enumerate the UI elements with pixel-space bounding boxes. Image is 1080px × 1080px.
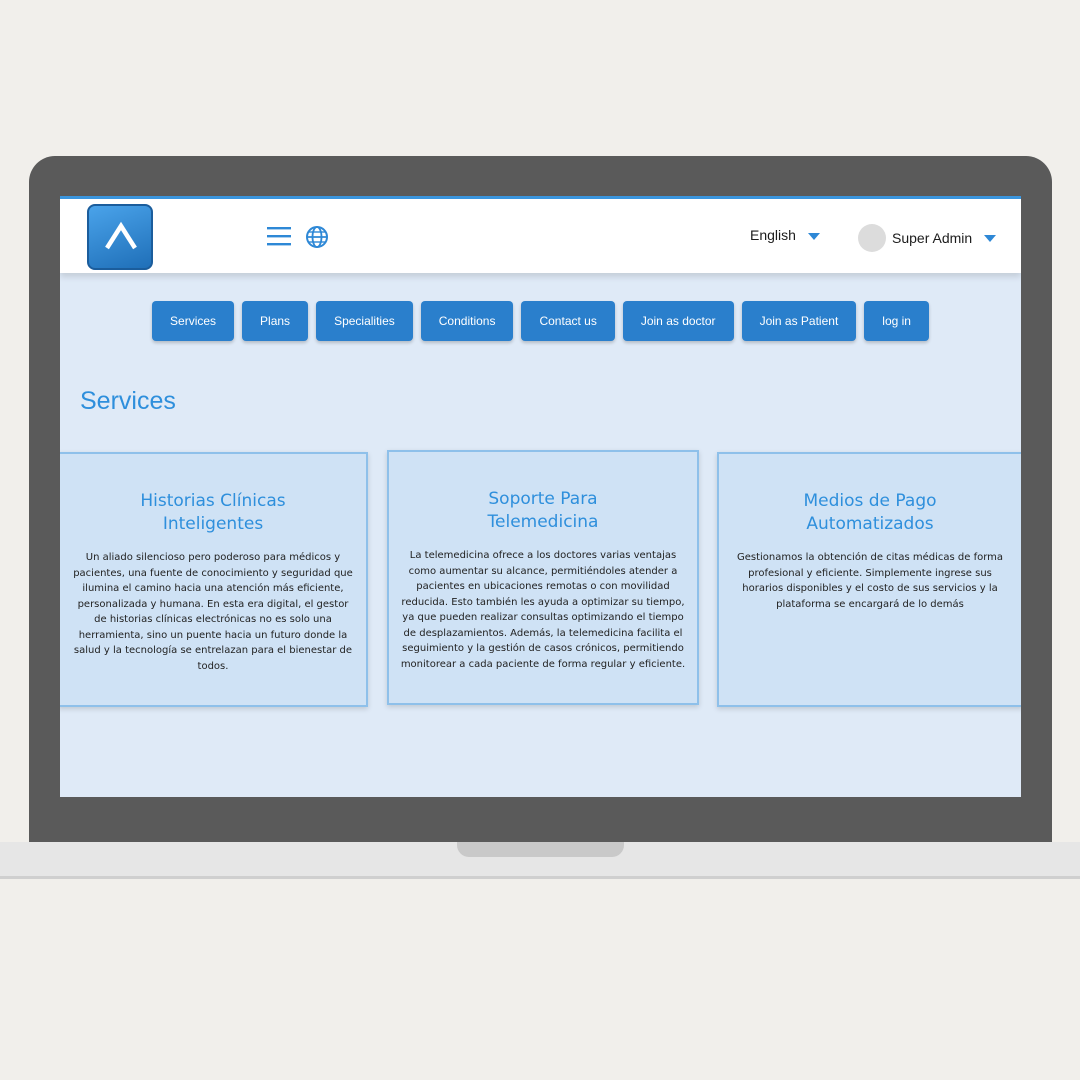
hamburger-menu-icon[interactable]	[266, 225, 292, 247]
nav-login-button[interactable]: log in	[864, 301, 929, 341]
card-title: Medios de Pago Automatizados	[803, 491, 937, 534]
page-title: Services	[80, 387, 176, 415]
card-title: Historias Clínicas Inteligentes	[140, 491, 286, 534]
nav-services-button[interactable]: Services	[152, 301, 235, 341]
globe-icon[interactable]	[305, 225, 329, 249]
nav-join-patient-button[interactable]: Join as Patient	[741, 301, 857, 341]
nav-specialities-button[interactable]: Specialities	[316, 301, 413, 341]
nav-join-doctor-button[interactable]: Join as doctor	[622, 301, 734, 341]
language-selector[interactable]: English	[750, 227, 820, 243]
user-menu[interactable]: Super Admin	[858, 224, 997, 252]
service-card: Historias Clínicas Inteligentes Un aliad…	[60, 452, 368, 707]
nav-contact-button[interactable]: Contact us	[521, 301, 615, 341]
chevron-down-icon	[807, 232, 820, 240]
nav-plans-button[interactable]: Plans	[242, 301, 309, 341]
screen: English Super Admin Services Plans Speci…	[60, 196, 1021, 797]
card-body: Un aliado silencioso pero poderoso para …	[73, 552, 353, 672]
card-body: Gestionamos la obtención de citas médica…	[736, 552, 1004, 610]
card-body: La telemedicina ofrece a los doctores va…	[400, 550, 686, 670]
service-card: Medios de Pago Automatizados Gestionamos…	[717, 452, 1021, 707]
laptop-notch	[457, 842, 624, 857]
chevron-down-icon	[984, 234, 997, 242]
main-nav: Services Plans Specialities Conditions C…	[60, 301, 1021, 341]
top-header: English Super Admin	[60, 196, 1021, 273]
user-name: Super Admin	[892, 230, 973, 246]
service-card: Soporte Para Telemedicina La telemedicin…	[387, 450, 699, 705]
app-logo[interactable]	[87, 204, 153, 270]
avatar	[858, 224, 886, 252]
nav-conditions-button[interactable]: Conditions	[420, 301, 514, 341]
card-title: Soporte Para Telemedicina	[487, 489, 599, 532]
logo-chevron-icon	[105, 221, 137, 250]
language-label: English	[750, 227, 796, 243]
